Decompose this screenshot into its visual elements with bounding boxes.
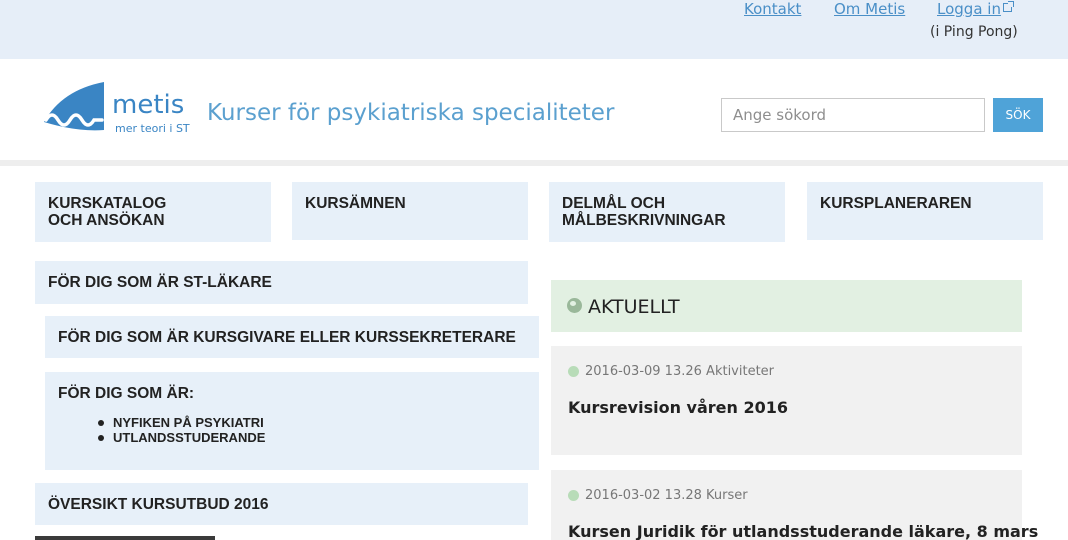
panel-course-overview-label: ÖVERSIKT KURSUTBUD 2016 <box>48 496 269 513</box>
panel-other-list: NYFIKEN PÅ PSYKIATRI UTLANDSSTUDERANDE <box>58 415 526 445</box>
external-link-icon <box>1002 1 1014 12</box>
news-headline[interactable]: Kursrevision våren 2016 <box>568 398 788 418</box>
list-item-foreign-students[interactable]: UTLANDSSTUDERANDE <box>58 430 526 445</box>
nav-course-catalog-line1: KURSKATALOG <box>48 195 167 212</box>
login-note: (i Ping Pong) <box>930 24 1018 40</box>
news-date: 2016-03-09 13.26 <box>585 364 702 379</box>
panel-course-overview[interactable]: ÖVERSIKT KURSUTBUD 2016 <box>35 483 528 525</box>
site-title: Kurser för psykiatriska specialiteter <box>207 100 615 126</box>
nav-course-catalog-line2: OCH ANSÖKAN <box>48 212 165 229</box>
panel-st-doctor-label: FÖR DIG SOM ÄR ST-LÄKARE <box>48 274 272 291</box>
news-dot-icon <box>568 490 579 501</box>
news-title: AKTUELLT <box>588 296 680 318</box>
nav-subgoals[interactable]: DELMÅL OCH MÅLBESKRIVNINGAR <box>549 182 785 242</box>
search-button[interactable]: SÖK <box>993 98 1043 132</box>
news-meta: 2016-03-02 13.28 Kurser <box>585 488 748 504</box>
panel-course-giver-label: FÖR DIG SOM ÄR KURSGIVARE ELLER KURSSEKR… <box>58 329 516 346</box>
nav-course-subjects-label: KURSÄMNEN <box>305 195 406 212</box>
login-link-label[interactable]: Logga in <box>937 0 1001 18</box>
nav-course-planner-label: KURSPLANERAREN <box>820 195 972 212</box>
news-meta: 2016-03-09 13.26 Aktiviteter <box>585 364 774 380</box>
nav-subgoals-line1: DELMÅL OCH <box>562 195 666 212</box>
login-link[interactable]: Logga in <box>937 0 1014 18</box>
panel-other-title: FÖR DIG SOM ÄR: <box>58 385 195 402</box>
news-dot-icon <box>568 366 579 377</box>
contact-link[interactable]: Kontakt <box>744 0 801 18</box>
nav-course-subjects[interactable]: KURSÄMNEN <box>292 182 528 240</box>
nav-course-catalog[interactable]: KURSKATALOG OCH ANSÖKAN <box>35 182 271 242</box>
banner-image <box>35 536 215 540</box>
news-category[interactable]: Aktiviteter <box>706 364 774 379</box>
search-input[interactable] <box>721 98 985 132</box>
panel-course-giver[interactable]: FÖR DIG SOM ÄR KURSGIVARE ELLER KURSSEKR… <box>45 316 539 358</box>
nav-subgoals-line2: MÅLBESKRIVNINGAR <box>562 212 726 229</box>
panel-st-doctor[interactable]: FÖR DIG SOM ÄR ST-LÄKARE <box>35 261 528 304</box>
news-item: 2016-03-02 13.28 Kurser Kursen Juridik f… <box>551 470 1038 540</box>
header-divider <box>0 160 1068 166</box>
globe-icon <box>567 298 582 313</box>
news-item: 2016-03-09 13.26 Aktiviteter Kursrevisio… <box>551 346 1022 455</box>
top-utility-bar <box>0 0 1068 59</box>
logo-wordmark: metis <box>112 90 185 120</box>
nav-course-planner[interactable]: KURSPLANERAREN <box>807 182 1043 240</box>
news-headline[interactable]: Kursen Juridik för utlandsstuderande läk… <box>568 522 1038 540</box>
about-metis-link[interactable]: Om Metis <box>834 0 905 18</box>
news-category[interactable]: Kurser <box>706 488 748 503</box>
list-item-curious-psychiatry[interactable]: NYFIKEN PÅ PSYKIATRI <box>58 415 526 430</box>
panel-other: FÖR DIG SOM ÄR: NYFIKEN PÅ PSYKIATRI UTL… <box>45 372 539 470</box>
news-date: 2016-03-02 13.28 <box>585 488 702 503</box>
logo-tagline: mer teori i ST <box>115 122 190 135</box>
